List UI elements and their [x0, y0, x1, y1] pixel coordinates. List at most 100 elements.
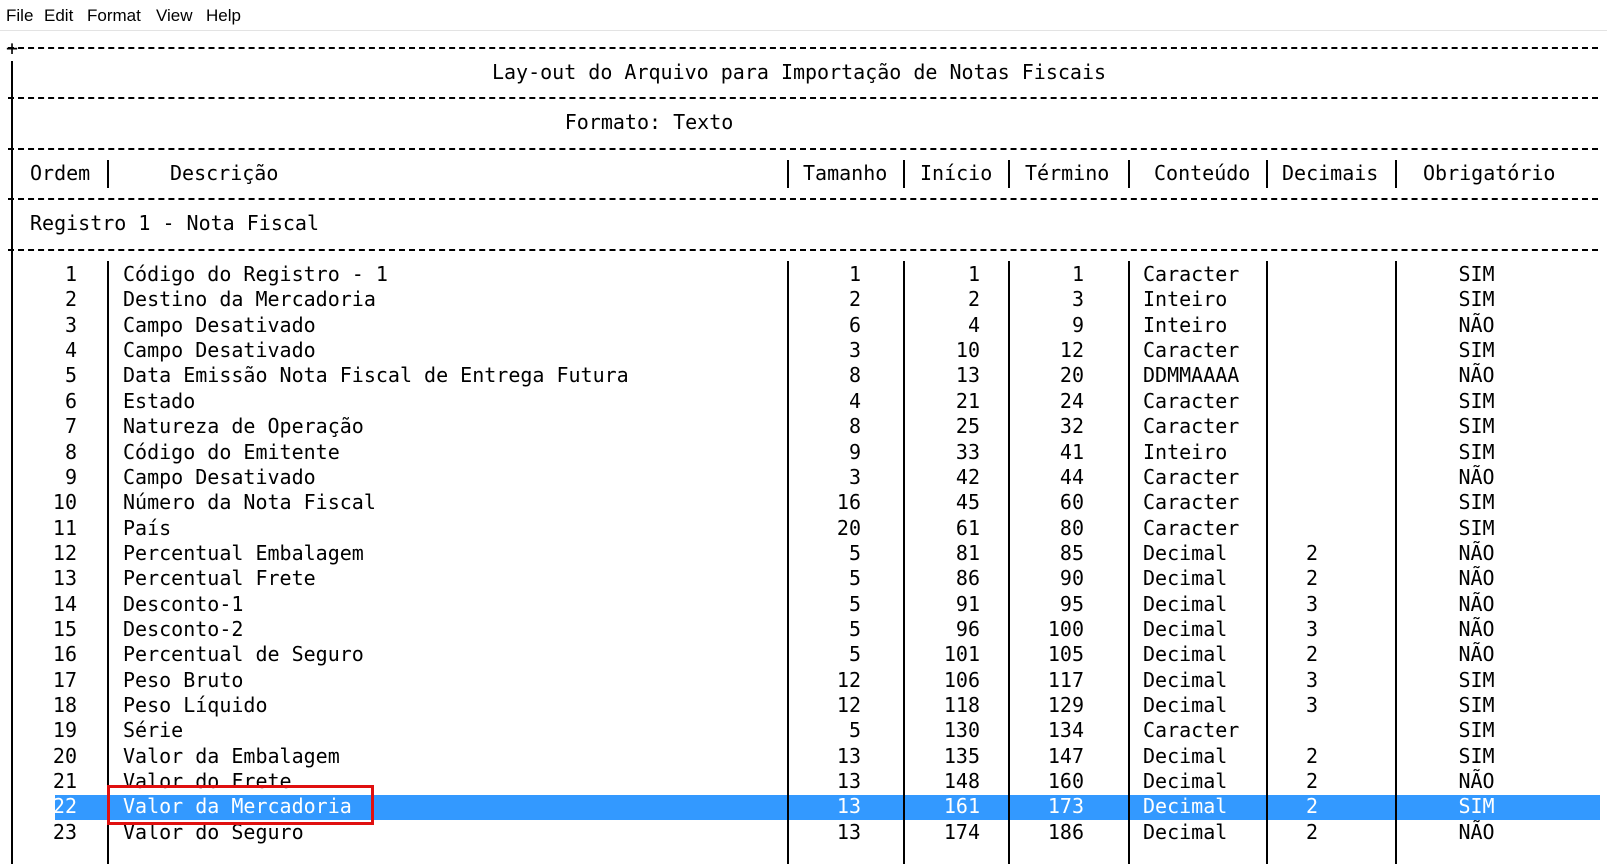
row-conteudo: Caracter — [1143, 718, 1240, 743]
row-tamanho: 12 — [836, 693, 861, 717]
row-ordem: 9 — [64, 464, 77, 489]
row-tamanho: 12 — [836, 667, 861, 692]
column-separator — [1395, 261, 1397, 864]
row-ordem: 19 — [52, 718, 77, 743]
row-obrigatorio: SIM — [1458, 794, 1495, 819]
row-ordem: 13 — [52, 566, 77, 591]
column-separator — [787, 261, 789, 864]
dashed-rule — [8, 198, 1598, 200]
row-conteudo: Decimal — [1143, 743, 1228, 768]
row-decimais: 2 — [1305, 819, 1319, 844]
row-inicio: 91 — [955, 591, 980, 616]
text-editor-area[interactable]: + Lay-out do Arquivo para Importação de … — [0, 31, 1607, 864]
menu-view[interactable]: View — [156, 6, 193, 26]
row-descricao: Campo Desativado — [123, 338, 316, 363]
row-conteudo: Inteiro — [1143, 287, 1228, 312]
row-inicio: 135 — [943, 743, 980, 768]
row-tamanho: 5 — [848, 591, 861, 616]
row-decimais: 3 — [1305, 616, 1319, 641]
row-descricao: Campo Desativado — [123, 464, 316, 489]
column-header-decimais: Decimais — [1282, 161, 1379, 185]
row-ordem: 15 — [52, 616, 77, 641]
row-conteudo: Caracter — [1143, 388, 1240, 413]
row-inicio: 101 — [943, 642, 980, 667]
row-ordem: 11 — [52, 515, 77, 540]
row-inicio: 10 — [955, 338, 980, 363]
row-ordem: 8 — [64, 439, 77, 464]
row-inicio: 106 — [943, 667, 980, 692]
row-obrigatorio: NÃO — [1458, 566, 1495, 591]
column-header-inicio: Início — [920, 161, 993, 185]
row-conteudo: Caracter — [1143, 490, 1240, 515]
row-inicio: 61 — [955, 515, 980, 540]
row-tamanho: 4 — [848, 388, 861, 413]
row-ordem: 18 — [52, 693, 77, 717]
row-obrigatorio: SIM — [1458, 718, 1495, 743]
row-termino: 24 — [1059, 388, 1084, 413]
row-decimais: 2 — [1305, 540, 1319, 565]
menu-file[interactable]: File — [6, 6, 33, 26]
row-inicio: 13 — [955, 363, 980, 388]
row-conteudo: Caracter — [1143, 338, 1240, 363]
menu-edit[interactable]: Edit — [44, 6, 73, 26]
header-separator — [903, 160, 905, 188]
row-inicio: 21 — [955, 388, 980, 413]
row-tamanho: 13 — [836, 769, 861, 793]
row-inicio: 118 — [943, 693, 980, 717]
column-header-descricao: Descrição — [170, 161, 279, 185]
document-title: Lay-out do Arquivo para Importação de No… — [491, 60, 1107, 84]
row-tamanho: 6 — [848, 312, 861, 337]
row-obrigatorio: SIM — [1458, 287, 1495, 312]
row-obrigatorio: SIM — [1458, 414, 1495, 439]
row-termino: 20 — [1059, 363, 1084, 388]
row-decimais: 3 — [1305, 591, 1319, 616]
column-separator — [1008, 261, 1010, 864]
row-ordem: 2 — [64, 287, 77, 312]
row-inicio: 1 — [967, 262, 980, 286]
row-descricao: Desconto-1 — [123, 591, 244, 616]
row-descricao: Destino da Mercadoria — [123, 287, 376, 312]
row-termino: 147 — [1047, 743, 1084, 768]
row-inicio: 25 — [955, 414, 980, 439]
row-tamanho: 5 — [848, 566, 861, 591]
menu-bar: File Edit Format View Help — [0, 0, 1607, 31]
row-ordem: 1 — [64, 262, 77, 286]
row-obrigatorio: NÃO — [1458, 769, 1495, 793]
header-separator — [1128, 160, 1130, 188]
column-header-ordem: Ordem — [30, 161, 91, 185]
column-separator — [107, 261, 109, 864]
row-ordem: 23 — [52, 819, 77, 844]
row-termino: 12 — [1059, 338, 1084, 363]
row-descricao: País — [123, 515, 172, 540]
row-tamanho: 13 — [836, 794, 861, 819]
row-tamanho: 5 — [848, 616, 861, 641]
row-inicio: 161 — [943, 794, 980, 819]
row-obrigatorio: SIM — [1458, 388, 1495, 413]
row-inicio: 148 — [943, 769, 980, 793]
row-ordem: 14 — [52, 591, 77, 616]
dashed-rule — [8, 97, 1598, 99]
row-obrigatorio: SIM — [1458, 490, 1495, 515]
row-descricao: Série — [123, 718, 184, 743]
menu-help[interactable]: Help — [206, 6, 241, 26]
row-tamanho: 20 — [836, 515, 861, 540]
header-separator — [107, 160, 109, 188]
section-title: Registro 1 - Nota Fiscal — [30, 211, 319, 235]
row-tamanho: 9 — [848, 439, 861, 464]
row-inicio: 86 — [955, 566, 980, 591]
menu-format[interactable]: Format — [87, 6, 141, 26]
row-tamanho: 13 — [836, 819, 861, 844]
row-inicio: 96 — [955, 616, 980, 641]
row-inicio: 174 — [943, 819, 980, 844]
row-ordem: 20 — [52, 743, 77, 768]
row-descricao: Percentual Embalagem — [123, 540, 364, 565]
row-decimais: 3 — [1305, 693, 1319, 717]
row-termino: 95 — [1059, 591, 1084, 616]
column-header-termino: Término — [1025, 161, 1110, 185]
row-termino: 100 — [1047, 616, 1084, 641]
row-descricao: Campo Desativado — [123, 312, 316, 337]
row-obrigatorio: NÃO — [1458, 616, 1495, 641]
row-termino: 173 — [1047, 794, 1084, 819]
row-obrigatorio: SIM — [1458, 693, 1495, 717]
dashed-rule — [8, 47, 1598, 49]
